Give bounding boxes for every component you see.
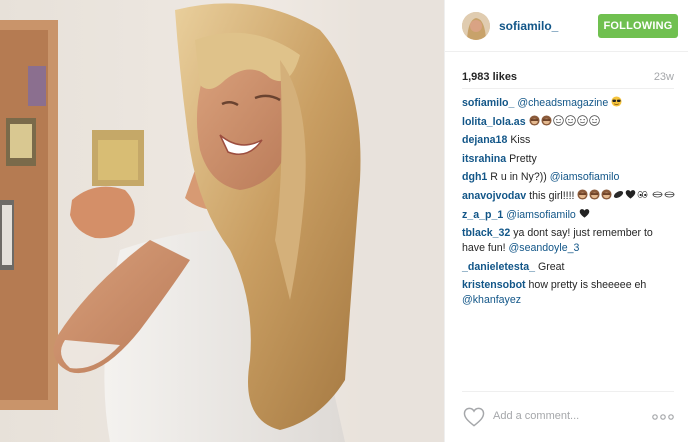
comment-username[interactable]: itsrahina	[462, 153, 506, 165]
avatar[interactable]	[462, 12, 490, 40]
heart-emoji	[625, 190, 637, 202]
comment-item: kristensobot how pretty is sheeeee eh @k…	[462, 278, 677, 308]
monkey-emoji	[601, 189, 613, 202]
comment-mention[interactable]: @seandoyle_3	[509, 242, 580, 254]
comment-item: itsrahina Pretty	[462, 152, 677, 167]
eyes-emoji	[637, 190, 649, 202]
comment-username[interactable]: tblack_32	[462, 227, 510, 239]
likes-count[interactable]: 1,983 likes	[462, 71, 517, 83]
kiss-emoji	[613, 190, 625, 202]
smile-emoji	[576, 114, 589, 128]
comment-username[interactable]: sofiamilo_	[462, 97, 514, 109]
post-username[interactable]: sofiamilo_	[499, 19, 558, 33]
monkey-emoji	[529, 115, 541, 128]
comment-username[interactable]: dgh1	[462, 171, 487, 183]
comment-text: Pretty	[509, 152, 537, 165]
post-dialog: sofiamilo_ FOLLOWING 1,983 likes 23w sof…	[0, 0, 688, 442]
footer-divider	[462, 391, 674, 392]
stats-divider	[462, 88, 674, 89]
smile-emoji	[552, 114, 565, 128]
comment-list: sofiamilo_ @cheadsmagazine lolita_lola.a…	[462, 96, 677, 312]
comment-username[interactable]: lolita_lola.as	[462, 116, 526, 128]
add-comment-input[interactable]: Add a comment...	[493, 410, 579, 422]
post-side-panel: sofiamilo_ FOLLOWING 1,983 likes 23w sof…	[444, 0, 688, 442]
more-options-icon[interactable]	[651, 413, 675, 421]
post-stats: 1,983 likes 23w	[462, 66, 674, 86]
heart-emoji	[579, 208, 591, 221]
comment-username[interactable]: z_a_p_1	[462, 209, 503, 221]
post-photo[interactable]	[0, 0, 444, 442]
avatar-image	[462, 12, 490, 40]
comment-username[interactable]: anavojvodav	[462, 190, 526, 202]
comment-username[interactable]: _danieletesta_	[462, 261, 535, 273]
post-age[interactable]: 23w	[654, 71, 674, 83]
smile-emoji	[588, 114, 601, 128]
comment-item: dgh1 R u in Ny?)) @iamsofiamilo	[462, 170, 677, 185]
comment-text: how pretty is sheeeee eh	[528, 279, 647, 292]
comment-item: sofiamilo_ @cheadsmagazine	[462, 96, 677, 111]
photo-illustration	[0, 0, 444, 442]
comment-mention[interactable]: @cheadsmagazine	[517, 97, 608, 109]
smile-emoji	[564, 114, 577, 128]
following-button[interactable]: FOLLOWING	[598, 14, 678, 38]
comment-item: anavojvodav this girl!!!!	[462, 189, 677, 204]
comment-item: z_a_p_1 @iamsofiamilo	[462, 208, 677, 223]
post-header: sofiamilo_ FOLLOWING	[445, 0, 688, 52]
heart-icon[interactable]	[463, 407, 485, 427]
comment-mention[interactable]: @iamsofiamilo	[550, 171, 620, 183]
comment-item: _danieletesta_ Great	[462, 260, 677, 275]
sunglasses-emoji	[611, 96, 623, 109]
lips-emoji	[664, 190, 676, 202]
comment-text: R u in Ny?))	[490, 171, 547, 184]
comment-mention[interactable]: @khanfayez	[462, 294, 521, 306]
comment-text: this girl!!!!	[529, 189, 575, 202]
comment-item: tblack_32 ya dont say! just remember to …	[462, 226, 677, 256]
comment-item: lolita_lola.as	[462, 114, 677, 130]
comment-username[interactable]: kristensobot	[462, 279, 526, 291]
monkey-emoji	[589, 189, 601, 202]
monkey-emoji	[577, 189, 589, 202]
lips-emoji	[652, 190, 664, 202]
comment-text: Kiss	[510, 134, 531, 147]
monkey-emoji	[541, 115, 553, 128]
comment-text: Great	[537, 260, 565, 273]
comment-mention[interactable]: @iamsofiamilo	[506, 209, 576, 221]
comment-username[interactable]: dejana18	[462, 134, 507, 146]
comment-item: dejana18 Kiss	[462, 133, 677, 148]
